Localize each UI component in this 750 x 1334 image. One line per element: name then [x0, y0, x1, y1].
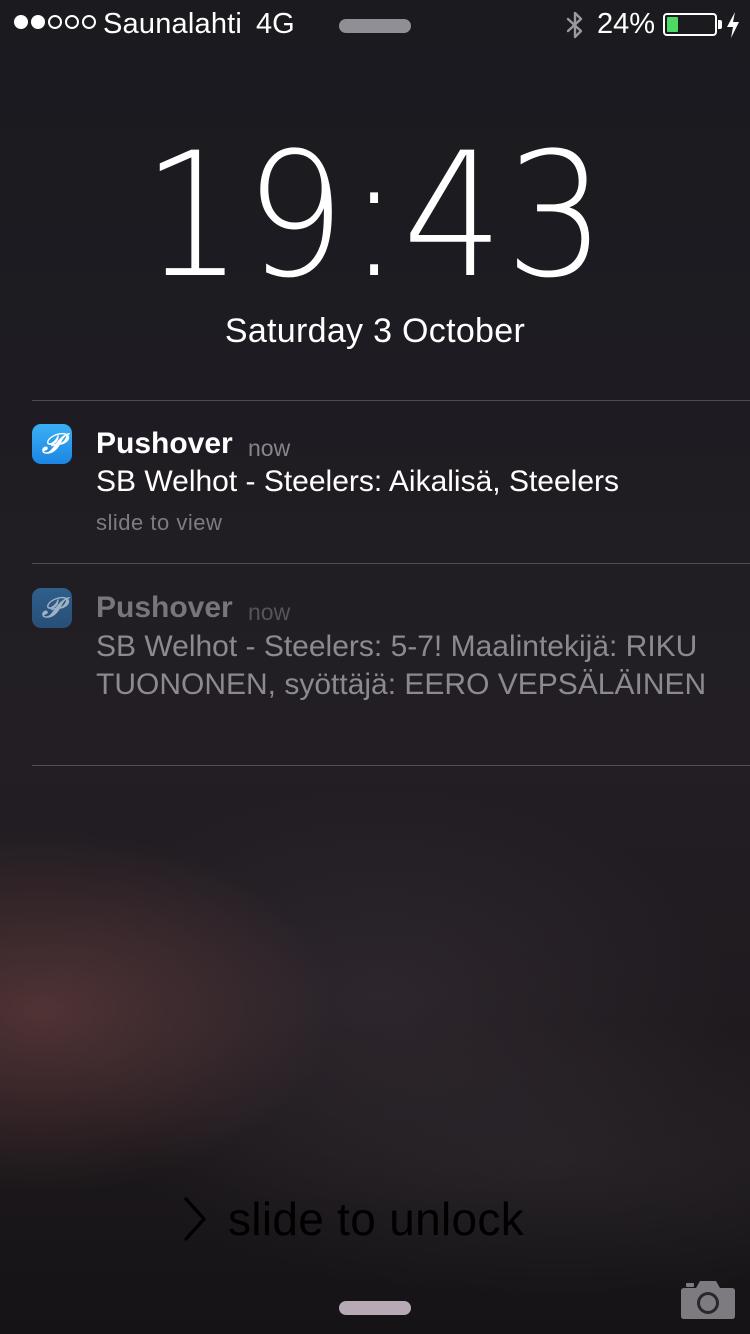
battery-percentage: 24% [597, 8, 656, 40]
notification-item[interactable]: 𝒫 Pushover now SB Welhot - Steelers: 5-7… [0, 563, 750, 765]
signal-strength-icon [14, 15, 96, 29]
notification-time: now [248, 599, 291, 625]
notification-app-name: Pushover [96, 591, 233, 624]
pushover-app-icon: 𝒫 [32, 424, 72, 464]
carrier-name: Saunalahti [103, 8, 243, 40]
notification-center-handle[interactable] [339, 19, 411, 33]
bluetooth-icon [566, 11, 583, 39]
network-type: 4G [256, 8, 295, 40]
charging-bolt-icon [727, 12, 739, 38]
slide-to-unlock[interactable]: slide to unlock [180, 1192, 524, 1246]
status-bar: Saunalahti 4G 24% [0, 0, 750, 50]
notification-body: SB Welhot - Steelers: 5-7! Maalintekijä:… [96, 630, 707, 701]
battery-icon [663, 13, 717, 36]
notification-divider [32, 765, 750, 766]
lock-screen-clock: 19:43 [142, 115, 608, 316]
notification-time: now [248, 435, 291, 461]
notification-app-name: Pushover [96, 427, 233, 460]
camera-icon[interactable] [680, 1276, 736, 1320]
notification-item[interactable]: 𝒫 Pushover now SB Welhot - Steelers: Aik… [0, 400, 750, 563]
notification-slide-hint: slide to view [96, 510, 223, 535]
pushover-app-icon: 𝒫 [32, 588, 72, 628]
chevron-right-icon [184, 1197, 206, 1241]
lock-screen-date: Saturday 3 October [224, 312, 526, 350]
battery-level-fill [667, 17, 678, 32]
control-center-handle[interactable] [339, 1301, 411, 1315]
notification-body: SB Welhot - Steelers: Aikalisä, Steelers [96, 465, 620, 498]
slide-to-unlock-label: slide to unlock [228, 1193, 524, 1245]
battery-nub [718, 20, 722, 29]
